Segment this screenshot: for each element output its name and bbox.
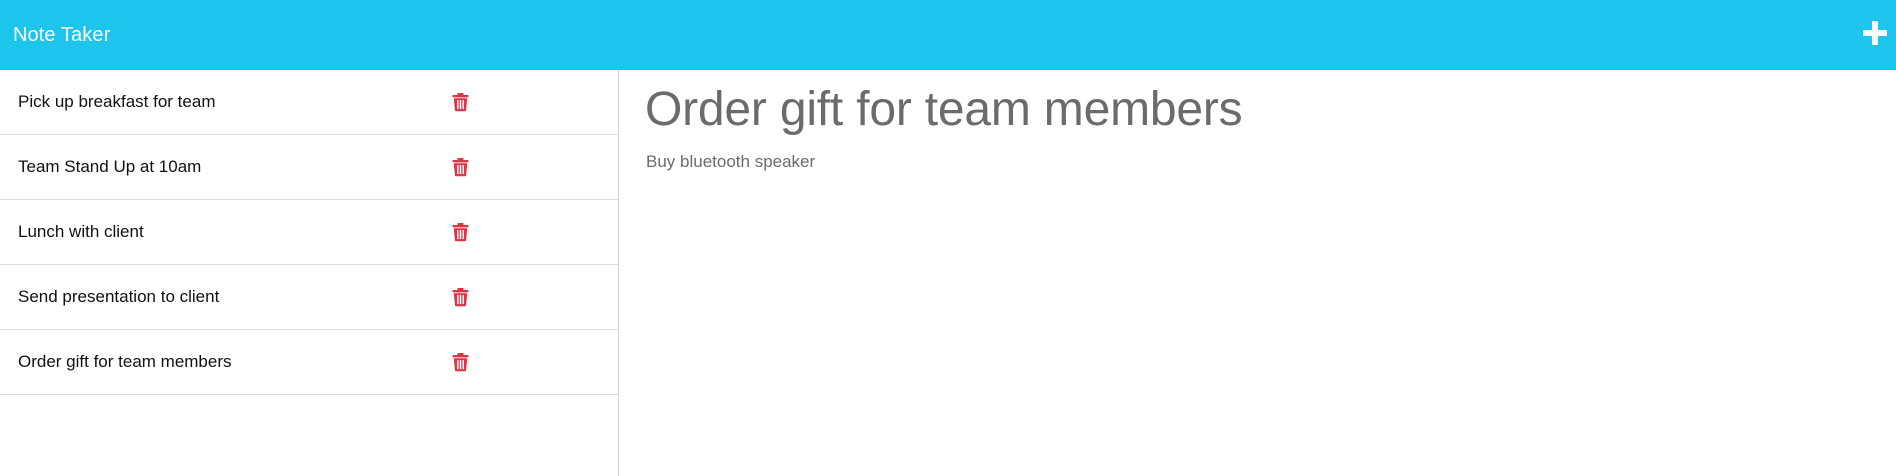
note-list-title: Pick up breakfast for team — [18, 92, 216, 111]
plus-icon[interactable] — [1862, 20, 1888, 46]
note-list-title: Order gift for team members — [18, 352, 232, 371]
trash-icon[interactable] — [452, 353, 469, 372]
note-title-input[interactable]: Order gift for team members — [645, 82, 1243, 137]
trash-icon[interactable] — [452, 93, 469, 112]
trash-icon[interactable] — [452, 158, 469, 177]
navbar: Note Taker — [0, 0, 1896, 70]
list-item[interactable]: Send presentation to client — [0, 265, 618, 330]
list-item[interactable]: Pick up breakfast for team — [0, 70, 618, 135]
list-item[interactable]: Lunch with client — [0, 200, 618, 265]
app-title[interactable]: Note Taker — [13, 24, 110, 47]
trash-icon[interactable] — [452, 223, 469, 242]
list-item[interactable]: Team Stand Up at 10am — [0, 135, 618, 200]
note-editor: Order gift for team members Buy bluetoot… — [620, 70, 1896, 476]
note-list: Pick up breakfast for team Team Stand Up… — [0, 70, 619, 476]
note-list-title: Lunch with client — [18, 222, 144, 241]
note-list-title: Team Stand Up at 10am — [18, 157, 202, 176]
note-list-title: Send presentation to client — [18, 287, 220, 306]
trash-icon[interactable] — [452, 288, 469, 307]
list-item[interactable]: Order gift for team members — [0, 330, 618, 395]
note-text-area[interactable]: Buy bluetooth speaker — [646, 152, 815, 172]
